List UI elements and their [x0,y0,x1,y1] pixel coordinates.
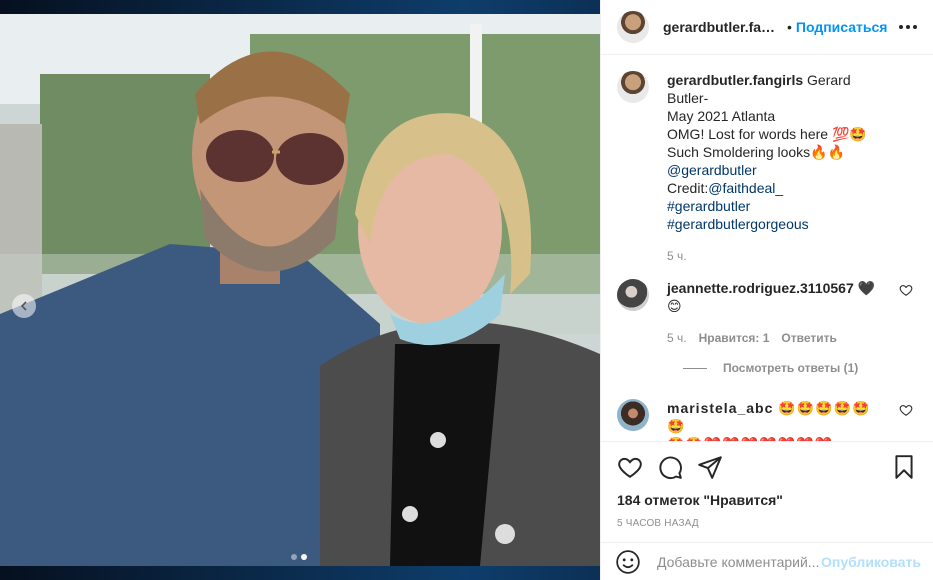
post-header: gerardbutler.fangirl: • Подписаться [601,0,933,55]
caption-hashtag-2[interactable]: #gerardbutlergorgeous [667,216,809,232]
more-dot [906,25,910,29]
comment-body: jeannette.rodriguez.3110567 🖤 😊 5 ч. Нра… [667,279,909,347]
caption-line3: OMG! Lost for words here 💯🤩 [667,126,867,142]
comment-likes[interactable]: Нравится: 1 [699,329,770,347]
caption-mention[interactable]: @gerardbutler [667,162,757,178]
author-avatar[interactable] [617,11,649,43]
comment-like-heart-icon[interactable] [899,283,913,297]
header-separator: • [787,19,792,35]
comment-meta: 5 ч. Нравится: 1 Ответить [667,329,875,347]
carousel-dot [291,554,297,560]
commenter-avatar[interactable] [617,399,649,431]
caption-time[interactable]: 5 ч. [667,247,687,265]
comment-text: 🖤 [857,280,876,296]
more-horizontal-icon[interactable] [899,15,917,39]
caption-body: gerardbutler.fangirls Gerard Butler- May… [667,71,917,265]
author-username[interactable]: gerardbutler.fangirl: [663,19,783,35]
add-comment-bar: Опубликовать [601,542,933,580]
commenter-avatar[interactable] [617,279,649,311]
replies-line [683,367,707,369]
caption-credit-prefix: Credit: [667,180,709,196]
comment-input[interactable] [657,553,821,570]
caption-hashtag-1[interactable]: #gerardbutler [667,198,750,214]
reply-button[interactable]: Ответить [781,329,836,347]
post-photo-illustration [0,14,600,566]
post-photo[interactable] [0,14,600,566]
post-side-panel: gerardbutler.fangirl: • Подписаться gera… [600,0,933,580]
comment-body: maristela_abc 🤩🤩🤩🤩🤩🤩 🤩🤩❤️❤️❤️❤️❤️❤️❤️ [667,399,917,441]
caption-line2: May 2021 Atlanta [667,108,776,124]
caption: gerardbutler.fangirls Gerard Butler- May… [617,71,917,265]
bookmark-icon[interactable] [891,454,917,480]
action-icons-row [617,452,917,482]
carousel-dot-active [301,554,307,560]
follow-button[interactable]: Подписаться [796,19,888,35]
caption-username[interactable]: gerardbutler.fangirls [667,72,803,88]
more-dot [899,25,903,29]
carousel-dots [291,554,307,560]
comments-list: gerardbutler.fangirls Gerard Butler- May… [601,55,933,441]
share-icon[interactable] [697,454,723,480]
heart-icon[interactable] [617,454,643,480]
comment-like-heart-icon[interactable] [899,403,913,417]
chevron-left-icon [20,301,27,311]
caption-meta: 5 ч. [667,247,883,265]
comment-text-2: 😊 [667,298,682,314]
comment-username[interactable]: maristela_abc [667,400,773,416]
emoji-smile-icon[interactable] [615,549,641,575]
comment: jeannette.rodriguez.3110567 🖤 😊 5 ч. Нра… [617,279,917,347]
post-actions: 184 отметок "Нравится" 5 часов назад [601,441,933,529]
comment-icon[interactable] [657,454,683,480]
post-comment-button[interactable]: Опубликовать [821,554,921,570]
more-dot [913,25,917,29]
view-replies-label: Посмотреть ответы (1) [723,361,859,375]
carousel-prev-button[interactable] [12,294,36,318]
view-replies-button[interactable]: Посмотреть ответы (1) [683,361,917,375]
caption-credit-mention[interactable]: @faithdeal_ [708,180,783,196]
caption-avatar[interactable] [617,71,649,103]
post-timestamp[interactable]: 5 часов назад [617,518,917,529]
comment-username[interactable]: jeannette.rodriguez.3110567 [667,280,854,296]
likes-count[interactable]: 184 отметок "Нравится" [617,492,917,508]
caption-line4: Such Smoldering looks🔥🔥 [667,144,846,160]
comment-time[interactable]: 5 ч. [667,329,687,347]
comment: maristela_abc 🤩🤩🤩🤩🤩🤩 🤩🤩❤️❤️❤️❤️❤️❤️❤️ [617,399,917,441]
